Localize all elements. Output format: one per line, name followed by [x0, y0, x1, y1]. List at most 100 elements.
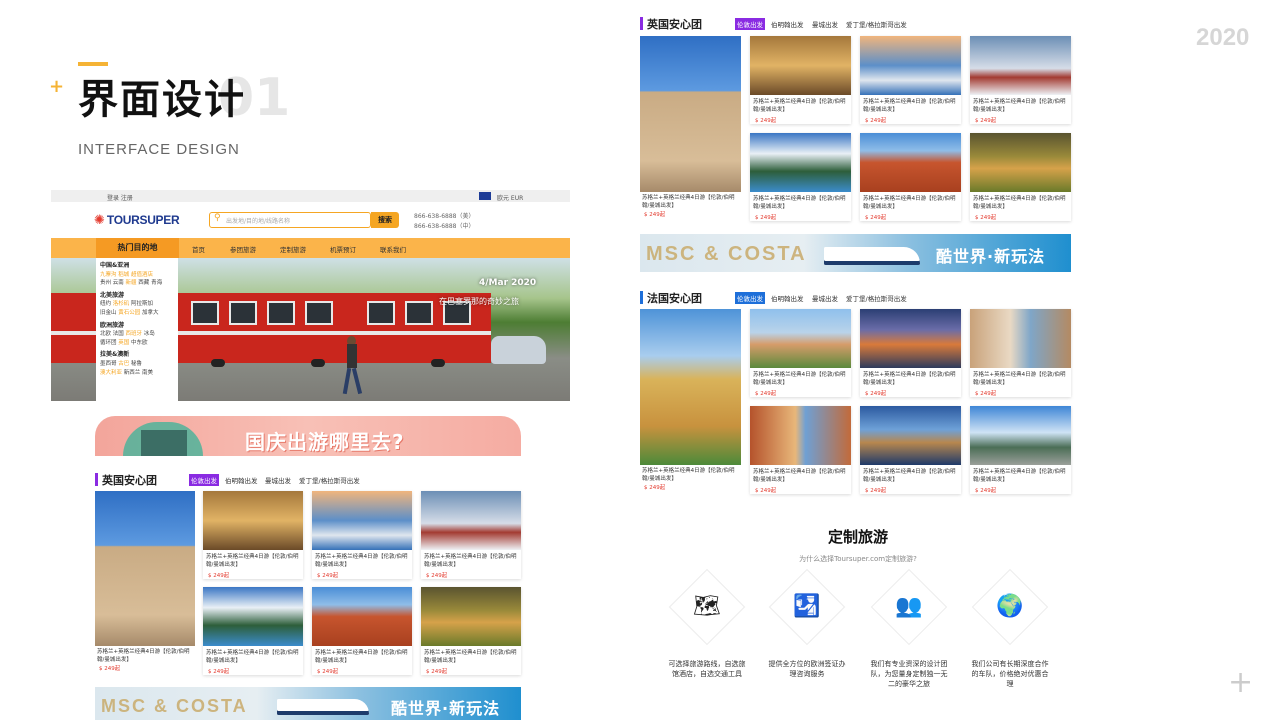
tab-manchester[interactable]: 曼城出发 [810, 292, 840, 304]
product-card[interactable]: 苏格兰+英格兰经典4日游【伦敦/伯明翰/曼城出发】 $ 249起 [860, 406, 961, 494]
product-card[interactable]: 苏格兰+英格兰经典4日游【伦敦/伯明翰/曼城出发】 $ 249起 [860, 309, 961, 397]
search-placeholder: 出发地/目的地/线路名称 [226, 218, 291, 225]
product-price: $ 249起 [317, 669, 339, 675]
product-image [750, 133, 851, 192]
region-links[interactable]: 墨西哥 古巴 秘鲁 [100, 360, 174, 369]
cruise-ship-image [824, 247, 920, 265]
france-section-header: 法国安心团 伦敦出发 伯明翰出发 曼城出发 爱丁堡/格拉斯哥出发 [640, 290, 1071, 305]
product-title: 苏格兰+英格兰经典4日游【伦敦/伯明翰/曼城出发】 [863, 469, 956, 483]
product-card[interactable]: 苏格兰+英格兰经典4日游【伦敦/伯明翰/曼城出发】 $ 249起 [970, 406, 1071, 494]
big-product-image[interactable] [95, 491, 195, 646]
big-product-price: $ 249起 [644, 212, 666, 218]
phone-cn: 866-638-6888（中） [414, 223, 475, 230]
currency-selector[interactable]: 欧元 EUR [497, 193, 523, 202]
region-links[interactable]: 北欧 法国 西班牙 冰岛 [100, 330, 174, 339]
product-card[interactable]: 苏格兰+英格兰经典4日游【伦敦/伯明翰/曼城出发】 $ 249起 [860, 36, 961, 124]
feature-text: 我们有专业资深的设计团队，为您量身定制独一无二的豪华之旅 [870, 660, 948, 688]
nav-item-group-tour[interactable]: 参团旅游 [230, 244, 256, 254]
product-card[interactable]: 苏格兰+英格兰经典4日游【伦敦/伯明翰/曼城出发】 $ 249起 [421, 587, 521, 675]
region-links[interactable]: 旧金山 黄石公园 加拿大 [100, 309, 174, 318]
product-price: $ 249起 [426, 669, 448, 675]
product-card[interactable]: 苏格兰+英格兰经典4日游【伦敦/伯明翰/曼城出发】 $ 249起 [750, 36, 851, 124]
product-card[interactable]: 苏格兰+英格兰经典4日游【伦敦/伯明翰/曼城出发】 $ 249起 [421, 491, 521, 579]
feature-fleet: 🌍 我们公司有长期深度合作的车队，价格绝对优惠合理 [970, 568, 1050, 692]
accent-bar [78, 62, 108, 66]
custom-travel-title: 定制旅游 [827, 528, 888, 546]
plus-corner-icon: + [1228, 665, 1254, 700]
cruise-banner[interactable]: MSC & COSTA 酷世界·新玩法 [95, 687, 521, 720]
tab-edinburgh[interactable]: 爱丁堡/格拉斯哥出发 [844, 292, 909, 304]
product-card[interactable]: 苏格兰+英格兰经典4日游【伦敦/伯明翰/曼城出发】 $ 249起 [860, 133, 961, 221]
product-price: $ 249起 [208, 573, 230, 579]
product-card[interactable]: 苏格兰+英格兰经典4日游【伦敦/伯明翰/曼城出发】 $ 249起 [203, 587, 303, 675]
uk-section-header-right: 英国安心团 伦敦出发 伯明翰出发 曼城出发 爱丁堡/格拉斯哥出发 [640, 16, 1071, 31]
region-heading[interactable]: 北美旅游 [100, 292, 174, 301]
nav-item-custom-tour[interactable]: 定制旅游 [280, 244, 306, 254]
big-product-title[interactable]: 苏格兰+英格兰经典4日游【伦敦/伯明翰/曼城出发】 [642, 467, 739, 483]
product-image [970, 406, 1071, 465]
product-price: $ 249起 [317, 573, 339, 579]
section-title: 法国安心团 [647, 292, 702, 305]
product-card[interactable]: 苏格兰+英格兰经典4日游【伦敦/伯明翰/曼城出发】 $ 249起 [312, 491, 412, 579]
team-icon: 👥 [895, 594, 923, 619]
promo-text: 国庆出游哪里去? [245, 430, 405, 454]
region-links[interactable]: 循环团 英国 中东欧 [100, 339, 174, 348]
product-card[interactable]: 苏格兰+英格兰经典4日游【伦敦/伯明翰/曼城出发】 $ 249起 [970, 133, 1071, 221]
region-links[interactable]: 纽约 洛杉矶 阿拉斯加 [100, 300, 174, 309]
product-card[interactable]: 苏格兰+英格兰经典4日游【伦敦/伯明翰/曼城出发】 $ 249起 [203, 491, 303, 579]
section-marker [95, 473, 98, 486]
product-image [860, 36, 961, 95]
cruise-ship-image [277, 699, 369, 715]
tab-edinburgh[interactable]: 爱丁堡/格拉斯哥出发 [844, 18, 909, 30]
tab-london[interactable]: 伦敦出发 [189, 474, 219, 486]
big-product-title[interactable]: 苏格兰+英格兰经典4日游【伦敦/伯明翰/曼城出发】 [97, 648, 193, 664]
region-heading[interactable]: 中国&亚洲 [100, 262, 174, 271]
tab-london[interactable]: 伦敦出发 [735, 292, 765, 304]
product-card[interactable]: 苏格兰+英格兰经典4日游【伦敦/伯明翰/曼城出发】 $ 249起 [970, 309, 1071, 397]
product-image [750, 406, 851, 465]
custom-travel-subtitle: 为什么选择Toursuper.com定制旅游? [799, 555, 917, 563]
product-image [860, 309, 961, 368]
nav-item-home[interactable]: 首页 [192, 244, 205, 254]
product-card[interactable]: 苏格兰+英格兰经典4日游【伦敦/伯明翰/曼城出发】 $ 249起 [750, 133, 851, 221]
region-heading[interactable]: 拉美&澳新 [100, 351, 174, 360]
product-image [312, 587, 412, 646]
product-title: 苏格兰+英格兰经典4日游【伦敦/伯明翰/曼城出发】 [315, 650, 408, 664]
tab-birmingham[interactable]: 伯明翰出发 [769, 18, 806, 30]
national-day-promo-banner[interactable]: 国庆出游哪里去? [95, 416, 521, 456]
product-card[interactable]: 苏格兰+英格兰经典4日游【伦敦/伯明翰/曼城出发】 $ 249起 [750, 406, 851, 494]
login-register-link[interactable]: 登录 注册 [107, 193, 133, 202]
product-card[interactable]: 苏格兰+英格兰经典4日游【伦敦/伯明翰/曼城出发】 $ 249起 [312, 587, 412, 675]
search-button[interactable]: 搜索 [371, 212, 399, 228]
cruise-banner[interactable]: MSC & COSTA 酷世界·新玩法 [640, 234, 1071, 272]
region-links[interactable]: 澳大利亚 新西兰 南美 [100, 369, 174, 378]
region-heading[interactable]: 欧洲旅游 [100, 322, 174, 331]
tab-manchester[interactable]: 曼城出发 [263, 474, 293, 486]
nav-item-flights[interactable]: 机票预订 [330, 244, 356, 254]
tab-manchester[interactable]: 曼城出发 [810, 18, 840, 30]
nav-hot-destinations[interactable]: 热门目的地 [96, 238, 179, 258]
product-card[interactable]: 苏格兰+英格兰经典4日游【伦敦/伯明翰/曼城出发】 $ 249起 [750, 309, 851, 397]
main-nav: 热门目的地 首页 参团旅游 定制旅游 机票预订 联系我们 [51, 238, 570, 258]
product-price: $ 249起 [755, 488, 777, 494]
product-title: 苏格兰+英格兰经典4日游【伦敦/伯明翰/曼城出发】 [973, 372, 1066, 386]
big-product-title[interactable]: 苏格兰+英格兰经典4日游【伦敦/伯明翰/曼城出发】 [642, 194, 739, 210]
tab-birmingham[interactable]: 伯明翰出发 [223, 474, 260, 486]
tab-london[interactable]: 伦敦出发 [735, 18, 765, 30]
big-product-image[interactable] [640, 309, 741, 465]
product-title: 苏格兰+英格兰经典4日游【伦敦/伯明翰/曼城出发】 [424, 554, 517, 568]
search-input[interactable]: ⚲ 出发地/目的地/线路名称 [209, 212, 371, 228]
product-price: $ 249起 [755, 391, 777, 397]
product-card[interactable]: 苏格兰+英格兰经典4日游【伦敦/伯明翰/曼城出发】 $ 249起 [970, 36, 1071, 124]
feature-route: 🗺 可选择旅游路线，自选旅馆酒店，自选交通工具 [667, 568, 747, 692]
section-title: 英国安心团 [102, 474, 157, 487]
tab-edinburgh[interactable]: 爱丁堡/格拉斯哥出发 [297, 474, 362, 486]
region-links[interactable]: 九寨沟 稻城 超值酒店 [100, 271, 174, 280]
region-links[interactable]: 贵州 云南 新疆 西藏 青海 [100, 279, 174, 288]
product-price: $ 249起 [975, 118, 997, 124]
nav-item-contact[interactable]: 联系我们 [380, 244, 406, 254]
product-image [970, 133, 1071, 192]
tab-birmingham[interactable]: 伯明翰出发 [769, 292, 806, 304]
site-logo[interactable]: ✺ TOURSUPER [94, 212, 180, 228]
big-product-image[interactable] [640, 36, 741, 192]
